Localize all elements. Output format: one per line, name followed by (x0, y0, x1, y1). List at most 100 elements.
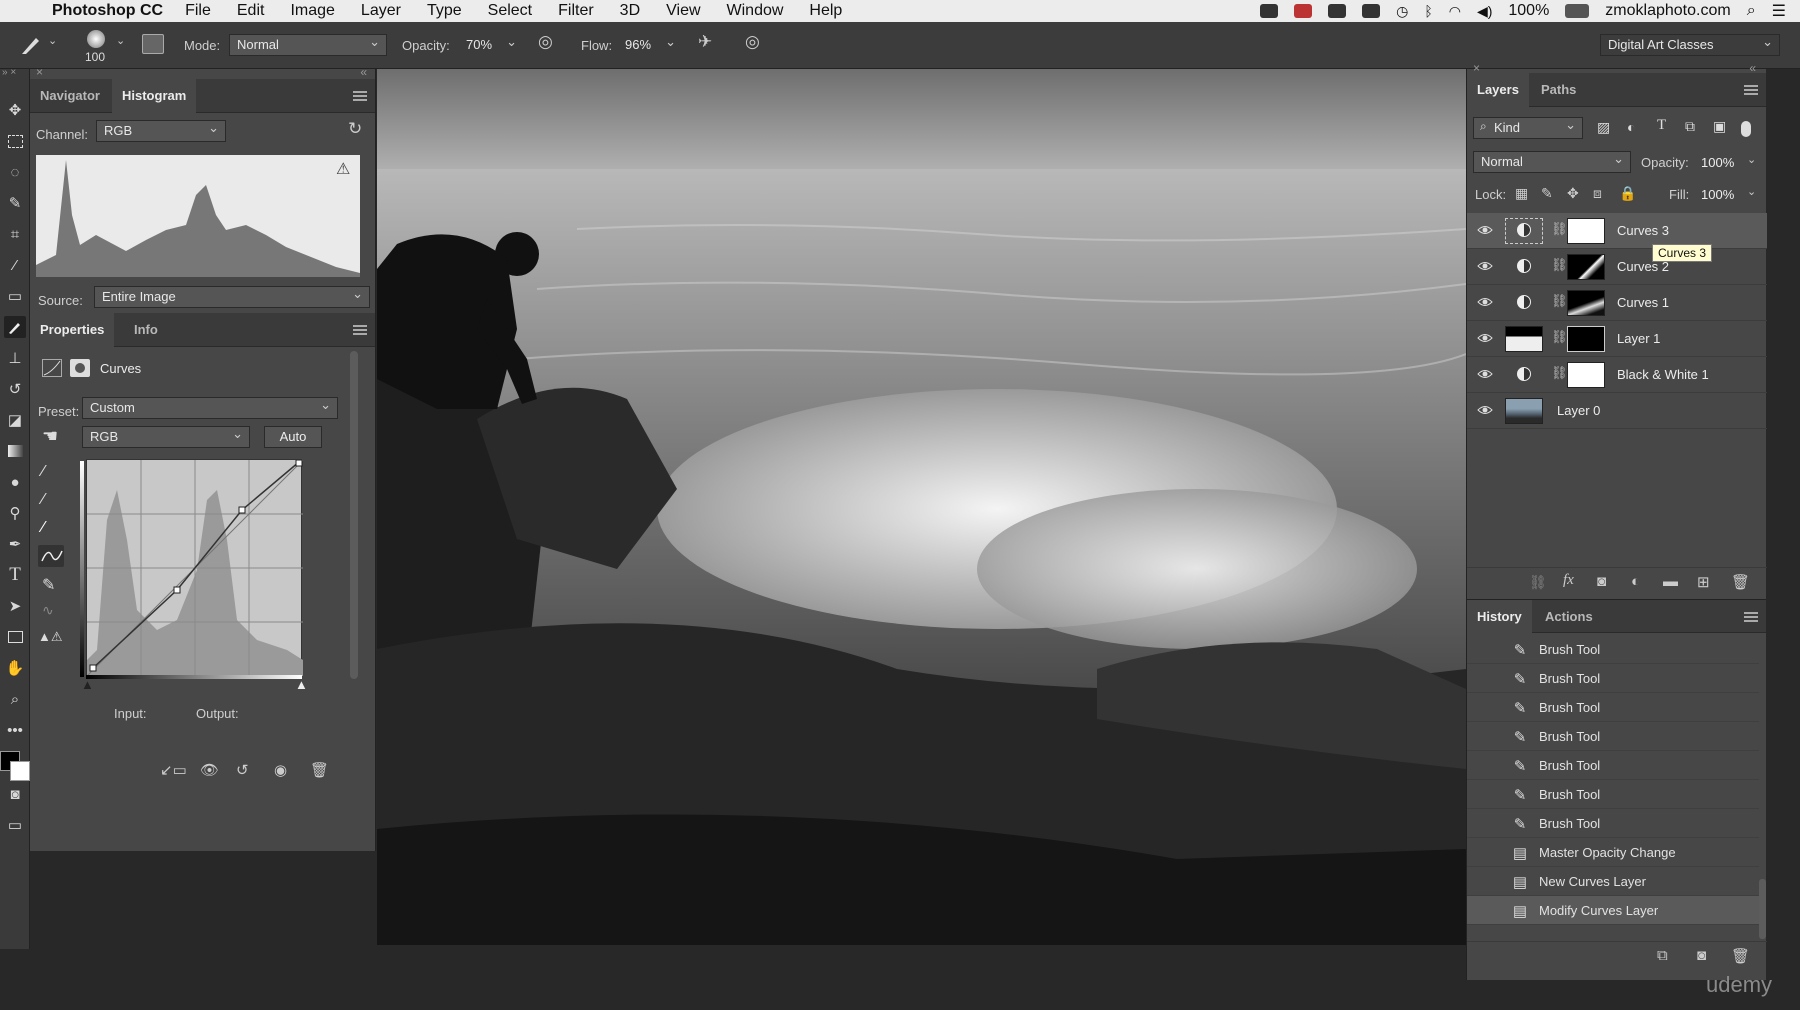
mask-thumbnail[interactable] (1567, 326, 1605, 352)
layer-mask-properties-icon[interactable] (70, 359, 90, 377)
lock-all-icon[interactable]: 🔒 (1619, 185, 1636, 202)
layer-name[interactable]: Black & White 1 (1617, 367, 1709, 382)
add-mask-icon[interactable]: ◙ (1597, 573, 1606, 590)
history-item[interactable]: ✎ Brush Tool (1467, 664, 1759, 693)
brush-tool-preset-icon[interactable] (18, 32, 44, 58)
layer-row-curves-2[interactable]: ⛓ Curves 2 (1467, 249, 1767, 285)
tab-histogram[interactable]: Histogram (112, 79, 197, 113)
histogram-source-dropdown[interactable]: Entire Image (94, 284, 370, 308)
visibility-eye-icon[interactable] (1477, 260, 1493, 272)
blend-mode-dropdown[interactable]: Normal (1473, 149, 1631, 173)
history-item[interactable]: ✎ Brush Tool (1467, 751, 1759, 780)
filter-toggle-icon[interactable] (1741, 121, 1751, 137)
auto-button[interactable]: Auto (264, 426, 322, 448)
new-layer-icon[interactable]: ⊞ (1697, 573, 1710, 591)
visibility-eye-icon[interactable] (1477, 404, 1493, 416)
mask-thumbnail[interactable] (1567, 254, 1605, 280)
filter-type-icon[interactable]: T (1657, 117, 1666, 134)
menu-file[interactable]: File (185, 2, 211, 20)
lock-artboard-icon[interactable]: ⧈ (1593, 185, 1602, 202)
workspace-switcher[interactable]: Digital Art Classes (1600, 32, 1780, 56)
clipping-warning-icon[interactable]: ▲⚠ (38, 629, 63, 645)
layer-row-black-white-1[interactable]: ⛓ Black & White 1 (1467, 357, 1767, 393)
eraser-tool-icon[interactable]: ◪ (4, 409, 26, 431)
gray-point-eyedropper-icon[interactable]: ⁄ (42, 491, 45, 509)
menu-layer[interactable]: Layer (361, 2, 401, 20)
delete-state-icon[interactable]: 🗑 (1731, 947, 1750, 965)
delete-adjustment-icon[interactable]: 🗑 (310, 761, 329, 779)
history-item[interactable]: ✎ Brush Tool (1467, 693, 1759, 722)
new-document-from-state-icon[interactable]: ⧉ (1657, 947, 1668, 964)
tool-preset-chevron-icon[interactable]: ⌄ (48, 34, 57, 47)
menu-window[interactable]: Window (727, 2, 784, 20)
layer-name[interactable]: Layer 1 (1617, 331, 1660, 346)
quick-selection-tool-icon[interactable]: ✎ (4, 192, 26, 214)
creative-cloud-icon[interactable] (1328, 4, 1347, 18)
opacity-chevron-icon[interactable]: ⌄ (1747, 153, 1756, 166)
draw-curve-pencil-icon[interactable]: ✎ (42, 575, 55, 595)
rectangle-tool-icon[interactable] (4, 626, 26, 648)
mask-link-icon[interactable]: ⛓ (1551, 365, 1568, 381)
spotlight-search-icon[interactable]: ⌕ (1747, 2, 1756, 20)
targeted-adjustment-icon[interactable]: ☚ (42, 426, 58, 447)
pressure-size-icon[interactable]: ◎ (745, 32, 760, 52)
dodge-tool-icon[interactable]: ⚲ (4, 502, 26, 524)
volume-icon[interactable]: ◀) (1477, 3, 1492, 20)
lock-transparent-icon[interactable]: ▦ (1515, 185, 1528, 202)
site-label[interactable]: zmoklaphoto.com (1605, 2, 1730, 20)
document-canvas[interactable] (377, 69, 1466, 945)
visibility-eye-icon[interactable] (1477, 368, 1493, 380)
flow-field[interactable]: 96% (617, 32, 683, 56)
view-previous-state-icon[interactable]: 👁 (200, 761, 219, 779)
airbrush-icon[interactable]: ✈ (698, 32, 712, 52)
filter-smart-object-icon[interactable]: ▣ (1713, 118, 1726, 135)
type-tool-icon[interactable]: T (4, 564, 26, 586)
pen-tool-icon[interactable]: ✒ (4, 533, 26, 555)
lock-position-icon[interactable]: ✥ (1567, 185, 1579, 202)
new-group-icon[interactable]: ▬ (1663, 573, 1678, 590)
menu-help[interactable]: Help (809, 2, 842, 20)
layers-panel-menu-icon[interactable] (1744, 85, 1758, 95)
filter-shape-icon[interactable]: ⧉ (1685, 118, 1695, 135)
properties-panel-menu-icon[interactable] (353, 325, 367, 335)
layer-row-curves-1[interactable]: ⛓ Curves 1 (1467, 285, 1767, 321)
new-snapshot-icon[interactable]: ◙ (1697, 947, 1706, 964)
brush-panel-toggle-icon[interactable] (142, 34, 164, 54)
hand-tool-icon[interactable]: ✋ (4, 657, 26, 679)
zoom-tool-icon[interactable]: ⌕ (4, 688, 26, 710)
curves-adjustment-icon[interactable] (42, 359, 62, 377)
time-machine-icon[interactable]: ◷ (1396, 3, 1408, 20)
blur-tool-icon[interactable]: ● (4, 471, 26, 493)
layer-name[interactable]: Layer 0 (1557, 403, 1600, 418)
reset-adjustment-icon[interactable]: ↺ (236, 761, 249, 779)
healing-brush-tool-icon[interactable]: ▭ (4, 285, 26, 307)
lasso-tool-icon[interactable]: ◌ (4, 161, 26, 183)
menu-image[interactable]: Image (290, 2, 334, 20)
black-point-slider-icon[interactable]: ▲ (81, 677, 94, 692)
collapse-toolbar-icon[interactable]: » × (2, 67, 16, 78)
layer-row-curves-3[interactable]: ⛓ Curves 3 (1467, 213, 1767, 249)
crop-tool-icon[interactable]: ⌗ (4, 223, 26, 245)
mask-thumbnail[interactable] (1567, 218, 1605, 244)
white-point-eyedropper-icon[interactable]: ⁄ (42, 519, 45, 537)
battery-icon[interactable] (1565, 4, 1590, 18)
history-item[interactable]: ▤ Master Opacity Change (1467, 838, 1759, 867)
tab-navigator[interactable]: Navigator (30, 79, 110, 113)
new-adjustment-layer-icon[interactable]: ◐ (1631, 573, 1640, 590)
history-scrollbar[interactable] (1759, 879, 1766, 939)
layer-opacity-value[interactable]: 100% (1701, 155, 1734, 170)
curves-channel-dropdown[interactable]: RGB (82, 424, 250, 448)
tab-paths[interactable]: Paths (1531, 73, 1586, 107)
curves-graph[interactable] (86, 459, 303, 676)
layer-row-layer-1[interactable]: ⛓ Layer 1 (1467, 321, 1767, 357)
black-point-eyedropper-icon[interactable]: ⁄ (42, 463, 45, 481)
history-brush-tool-icon[interactable]: ↺ (4, 378, 26, 400)
screen-mode-icon[interactable]: ▭ (4, 814, 26, 836)
histogram-channel-dropdown[interactable]: RGB (96, 118, 226, 142)
collapse-panel-icon[interactable]: « (360, 65, 367, 79)
layer-name[interactable]: Curves 1 (1617, 295, 1669, 310)
mask-link-icon[interactable]: ⛓ (1551, 329, 1568, 345)
edit-points-curve-icon[interactable] (38, 545, 64, 567)
lock-image-icon[interactable]: ✎ (1541, 185, 1553, 202)
edit-toolbar-icon[interactable]: ••• (4, 719, 26, 741)
